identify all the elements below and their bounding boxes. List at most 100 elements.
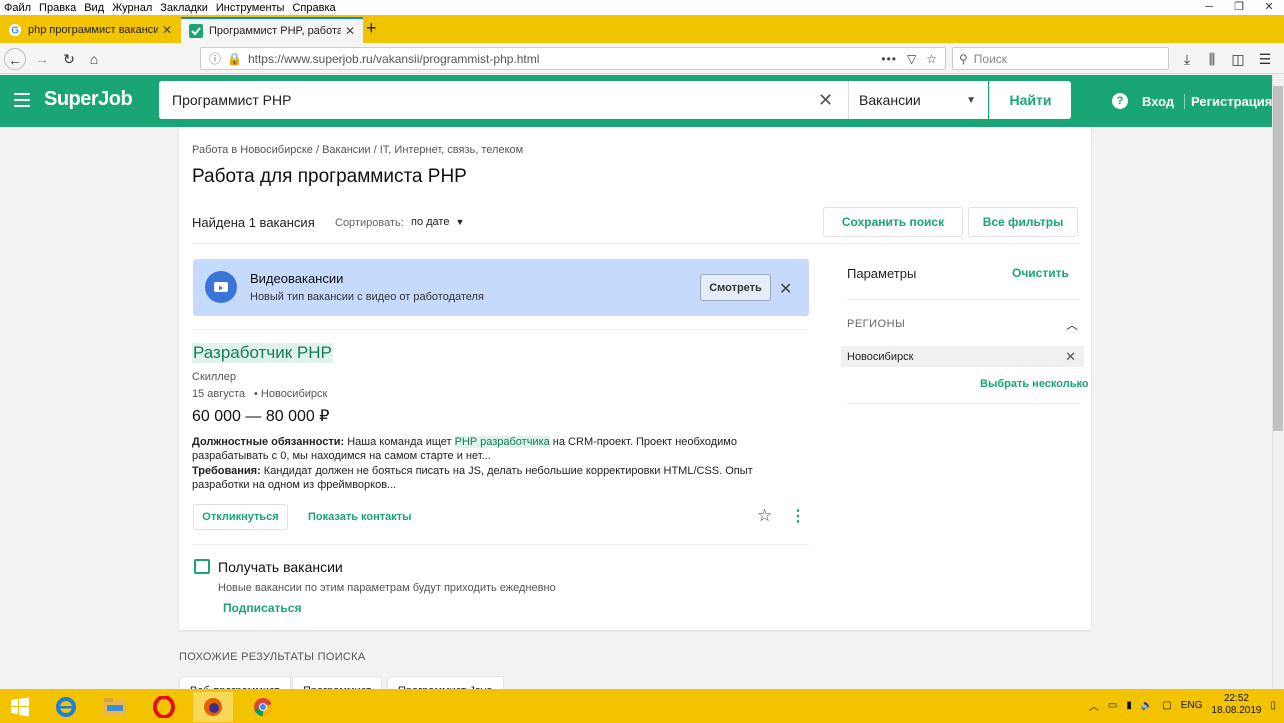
apply-button[interactable]: Откликнуться bbox=[193, 504, 288, 530]
browser-search-field[interactable]: ⚲ Поиск bbox=[952, 47, 1169, 70]
vacancy-requirements: Требования: Кандидат должен не бояться п… bbox=[192, 464, 807, 492]
duties-label: Должностные обязанности: bbox=[192, 436, 345, 448]
menu-view[interactable]: Вид bbox=[80, 2, 108, 14]
job-search-input[interactable]: Программист PHP bbox=[159, 81, 848, 119]
superjob-logo[interactable]: SuperJob bbox=[44, 88, 133, 111]
requirements-label: Требования: bbox=[192, 465, 261, 477]
close-icon[interactable]: ✕ bbox=[779, 279, 792, 299]
save-search-button[interactable]: Сохранить поиск bbox=[823, 207, 963, 237]
vacancy-city: • Новосибирск bbox=[254, 388, 328, 400]
search-placeholder: Поиск bbox=[973, 51, 1008, 66]
category-select[interactable]: Вакансии ▼ bbox=[848, 81, 988, 119]
divider bbox=[847, 299, 1079, 300]
opera-icon[interactable] bbox=[144, 692, 184, 722]
help-icon[interactable]: ? bbox=[1112, 93, 1128, 109]
tray-arrow-icon[interactable]: ︿ bbox=[1089, 698, 1099, 713]
hamburger-menu-icon[interactable] bbox=[14, 93, 30, 107]
lock-icon[interactable]: 🔒 bbox=[227, 52, 242, 66]
register-link[interactable]: Регистрация bbox=[1184, 94, 1272, 109]
requirements-text: Кандидат должен не бояться писать на JS,… bbox=[192, 465, 753, 491]
notification-icon[interactable]: ▢ bbox=[1162, 700, 1171, 711]
chevron-up-icon[interactable]: ︿ bbox=[1066, 316, 1078, 333]
firefox-icon[interactable] bbox=[193, 692, 233, 722]
menu-help[interactable]: Справка bbox=[288, 2, 339, 14]
file-explorer-icon[interactable] bbox=[95, 692, 135, 722]
subscribe-button[interactable]: Подписаться bbox=[223, 601, 301, 615]
language-indicator[interactable]: ENG bbox=[1181, 700, 1203, 711]
region-chip: Новосибирск ✕ bbox=[841, 346, 1084, 367]
library-icon[interactable]: ⫼ bbox=[1201, 48, 1223, 70]
clear-params-link[interactable]: Очистить bbox=[1012, 266, 1069, 280]
similar-results-title: ПОХОЖИЕ РЕЗУЛЬТАТЫ ПОИСКА bbox=[179, 651, 366, 663]
internet-explorer-icon[interactable] bbox=[46, 692, 86, 722]
vacancy-salary: 60 000 — 80 000 ₽ bbox=[192, 408, 330, 425]
network-icon[interactable]: ▭ bbox=[1108, 700, 1117, 711]
forward-icon[interactable]: → bbox=[31, 48, 53, 70]
sidebar-icon[interactable]: ◫ bbox=[1227, 48, 1249, 70]
chrome-icon[interactable] bbox=[243, 692, 283, 722]
regions-label: РЕГИОНЫ bbox=[847, 318, 906, 330]
clear-search-icon[interactable]: ✕ bbox=[818, 90, 833, 111]
menu-bookmarks[interactable]: Закладки bbox=[156, 2, 212, 14]
menu-edit[interactable]: Правка bbox=[35, 2, 80, 14]
search-icon: ⚲ bbox=[959, 51, 968, 66]
info-icon[interactable]: ⓘ bbox=[209, 50, 221, 67]
region-name: Новосибирск bbox=[847, 350, 914, 363]
system-tray: ︿ ▭ ▮ 🔈 ▢ ENG 22:52 18.08.2019 ▯ bbox=[1080, 693, 1276, 717]
scrollbar-thumb[interactable] bbox=[1273, 86, 1283, 431]
banner-subtitle: Новый тип вакансии с видео от работодате… bbox=[250, 291, 484, 303]
subscribe-title: Получать вакансии bbox=[218, 559, 343, 575]
banner-title: Видеовакансии bbox=[250, 271, 344, 286]
vacancy-title-link[interactable]: Разработчик PHP bbox=[192, 343, 333, 363]
action-center-icon[interactable]: ▯ bbox=[1270, 700, 1276, 711]
show-contacts-link[interactable]: Показать контакты bbox=[308, 511, 412, 523]
minimize-icon[interactable]: ─ bbox=[1194, 0, 1224, 15]
clock-date: 18.08.2019 bbox=[1211, 705, 1262, 716]
windows-start-icon[interactable] bbox=[0, 692, 40, 722]
remove-region-icon[interactable]: ✕ bbox=[1065, 349, 1076, 365]
watch-button[interactable]: Смотреть bbox=[700, 274, 771, 301]
browser-menu-icon[interactable]: ☰ bbox=[1254, 48, 1276, 70]
address-bar[interactable]: ⓘ 🔒 https://www.superjob.ru/vakansii/pro… bbox=[200, 47, 946, 70]
sort-select[interactable]: по дате ▼ bbox=[411, 216, 464, 228]
pocket-icon[interactable]: ▽ bbox=[907, 52, 916, 66]
window-controls: ─ ❐ ✕ bbox=[1194, 0, 1284, 15]
select-multiple-link[interactable]: Выбрать несколько bbox=[980, 378, 1089, 390]
bookmark-star-icon[interactable]: ☆ bbox=[926, 52, 937, 66]
company-name[interactable]: Скиллер bbox=[192, 371, 236, 383]
breadcrumb[interactable]: Работа в Новосибирске / Вакансии / IT, И… bbox=[192, 144, 523, 156]
restore-icon[interactable]: ❐ bbox=[1224, 0, 1254, 15]
dropdown-arrow-icon: ▼ bbox=[966, 94, 976, 106]
tab-google-search[interactable]: G php программист вакансии - ✕ bbox=[0, 17, 180, 43]
tab-superjob[interactable]: Программист PHP, работа пр ✕ bbox=[181, 17, 363, 43]
reload-icon[interactable]: ↻ bbox=[58, 48, 80, 70]
divider bbox=[847, 403, 1079, 404]
subscribe-subtitle: Новые вакансии по этим параметрам будут … bbox=[218, 582, 556, 594]
close-window-icon[interactable]: ✕ bbox=[1254, 0, 1284, 15]
tab-label: Программист PHP, работа пр bbox=[209, 25, 341, 37]
back-icon[interactable]: ← bbox=[4, 48, 26, 70]
menu-tools[interactable]: Инструменты bbox=[212, 2, 289, 14]
downloads-icon[interactable]: ⤓ bbox=[1176, 48, 1198, 70]
all-filters-button[interactable]: Все фильтры bbox=[968, 207, 1078, 237]
clock[interactable]: 22:52 18.08.2019 bbox=[1211, 693, 1261, 717]
find-button[interactable]: Найти bbox=[989, 81, 1071, 119]
svg-text:G: G bbox=[11, 26, 19, 37]
close-tab-icon[interactable]: ✕ bbox=[345, 24, 355, 38]
favorite-star-icon[interactable]: ☆ bbox=[757, 506, 772, 526]
inbox-icon bbox=[194, 559, 210, 574]
battery-icon[interactable]: ▮ bbox=[1126, 700, 1132, 711]
volume-icon[interactable]: 🔈 bbox=[1141, 700, 1153, 711]
duties-highlight: PHP разработчика bbox=[454, 436, 550, 448]
new-tab-icon[interactable]: + bbox=[366, 18, 377, 39]
close-tab-icon[interactable]: ✕ bbox=[162, 23, 172, 37]
menu-file[interactable]: Файл bbox=[0, 2, 35, 14]
page-actions-icon[interactable]: ••• bbox=[881, 52, 897, 66]
more-options-icon[interactable]: ⋮ bbox=[790, 506, 806, 526]
login-link[interactable]: Вход bbox=[1142, 94, 1174, 109]
vacancy-date: 15 августа bbox=[192, 388, 246, 400]
menu-history[interactable]: Журнал bbox=[108, 2, 156, 14]
home-icon[interactable]: ⌂ bbox=[83, 48, 105, 70]
clock-time: 22:52 bbox=[1223, 693, 1249, 704]
chevron-down-icon: ▼ bbox=[455, 217, 465, 227]
